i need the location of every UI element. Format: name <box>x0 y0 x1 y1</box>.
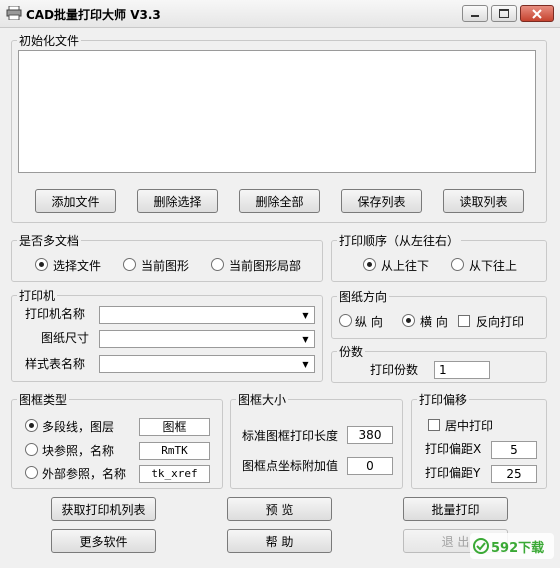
radio-top-to-bottom[interactable] <box>363 258 376 271</box>
minimize-button[interactable] <box>462 5 488 22</box>
radio-current-drawing-partial[interactable] <box>211 258 224 271</box>
file-listbox[interactable] <box>18 50 536 173</box>
radio-current-drawing-label: 当前图形 <box>141 259 190 273</box>
init-files-title: 初始化文件 <box>17 32 82 49</box>
copies-input[interactable]: 1 <box>434 361 490 379</box>
reverse-print-label: 反向打印 <box>476 315 525 329</box>
radio-bottom-to-top[interactable] <box>451 258 464 271</box>
minimize-icon <box>471 15 479 17</box>
radio-xref-label: 外部参照，名称 <box>42 467 127 481</box>
preview-button[interactable]: 预 览 <box>227 497 332 521</box>
get-printer-list-button[interactable]: 获取打印机列表 <box>51 497 156 521</box>
paper-size-label: 图纸尺寸 <box>41 331 90 345</box>
frame-size-group <box>230 399 403 489</box>
window-title: CAD批量打印大师 V3.3 <box>26 8 161 22</box>
radio-landscape-label: 横 向 <box>420 315 448 329</box>
block-name-input[interactable]: RmTK <box>139 442 210 460</box>
close-icon <box>532 8 542 19</box>
center-print-label: 居中打印 <box>445 419 494 433</box>
read-list-button[interactable]: 读取列表 <box>443 189 524 213</box>
printer-app-icon <box>6 6 22 20</box>
style-table-select[interactable]: ▼ <box>99 355 315 373</box>
chevron-down-icon: ▼ <box>302 359 309 369</box>
help-button[interactable]: 帮 助 <box>227 529 332 553</box>
multi-doc-title: 是否多文档 <box>17 232 82 249</box>
radio-current-drawing-partial-label: 当前图形局部 <box>229 259 302 273</box>
batch-print-button[interactable]: 批量打印 <box>403 497 508 521</box>
radio-polyline-layer[interactable] <box>25 419 38 432</box>
copies-title: 份数 <box>337 343 366 360</box>
radio-block-reference-label: 块参照，名称 <box>42 444 115 458</box>
watermark-badge: 592下载 <box>470 533 554 559</box>
printer-title: 打印机 <box>17 287 58 304</box>
frame-size-title: 图框大小 <box>236 391 289 408</box>
radio-top-to-bottom-label: 从上往下 <box>381 259 430 273</box>
offset-x-input[interactable]: 5 <box>491 441 537 459</box>
close-button[interactable] <box>520 5 554 22</box>
reverse-print-checkbox[interactable] <box>458 315 470 327</box>
radio-polyline-layer-label: 多段线，图层 <box>42 420 115 434</box>
printer-name-label: 打印机名称 <box>25 307 86 321</box>
radio-portrait-label: 纵 向 <box>355 315 383 329</box>
copies-label: 打印份数 <box>370 363 419 377</box>
style-table-label: 样式表名称 <box>25 357 86 371</box>
add-file-button[interactable]: 添加文件 <box>35 189 116 213</box>
frame-length-input[interactable]: 380 <box>347 426 393 444</box>
center-print-checkbox[interactable] <box>428 419 440 431</box>
watermark-text: 592下载 <box>491 540 545 556</box>
title-bar: CAD批量打印大师 V3.3 <box>0 0 560 28</box>
paper-size-select[interactable]: ▼ <box>99 330 315 348</box>
offset-x-label: 打印偏距X <box>425 442 482 456</box>
maximize-icon <box>499 9 509 18</box>
save-list-button[interactable]: 保存列表 <box>341 189 422 213</box>
radio-bottom-to-top-label: 从下往上 <box>469 259 518 273</box>
frame-offset-input[interactable]: 0 <box>347 457 393 475</box>
chevron-down-icon: ▼ <box>302 334 309 344</box>
printer-name-select[interactable]: ▼ <box>99 306 315 324</box>
delete-selected-button[interactable]: 删除选择 <box>137 189 218 213</box>
print-offset-title: 打印偏移 <box>417 391 470 408</box>
frame-length-label: 标准图框打印长度 <box>242 429 339 443</box>
orientation-title: 图纸方向 <box>337 288 390 305</box>
xref-name-input[interactable]: tk_xref <box>139 465 210 483</box>
frame-offset-label: 图框点坐标附加值 <box>242 459 339 473</box>
delete-all-button[interactable]: 删除全部 <box>239 189 320 213</box>
radio-landscape[interactable] <box>402 314 415 327</box>
offset-y-input[interactable]: 25 <box>491 465 537 483</box>
offset-y-label: 打印偏距Y <box>425 466 481 480</box>
more-software-button[interactable]: 更多软件 <box>51 529 156 553</box>
radio-xref[interactable] <box>25 466 38 479</box>
frame-layer-input[interactable]: 图框 <box>139 418 210 436</box>
radio-select-file[interactable] <box>35 258 48 271</box>
maximize-button[interactable] <box>491 5 517 22</box>
radio-current-drawing[interactable] <box>123 258 136 271</box>
radio-block-reference[interactable] <box>25 443 38 456</box>
watermark-logo-icon <box>473 538 489 554</box>
radio-portrait[interactable] <box>339 314 352 327</box>
chevron-down-icon: ▼ <box>302 310 309 320</box>
frame-type-title: 图框类型 <box>17 391 70 408</box>
print-order-title: 打印顺序（从左往右） <box>337 232 462 249</box>
radio-select-file-label: 选择文件 <box>53 259 102 273</box>
